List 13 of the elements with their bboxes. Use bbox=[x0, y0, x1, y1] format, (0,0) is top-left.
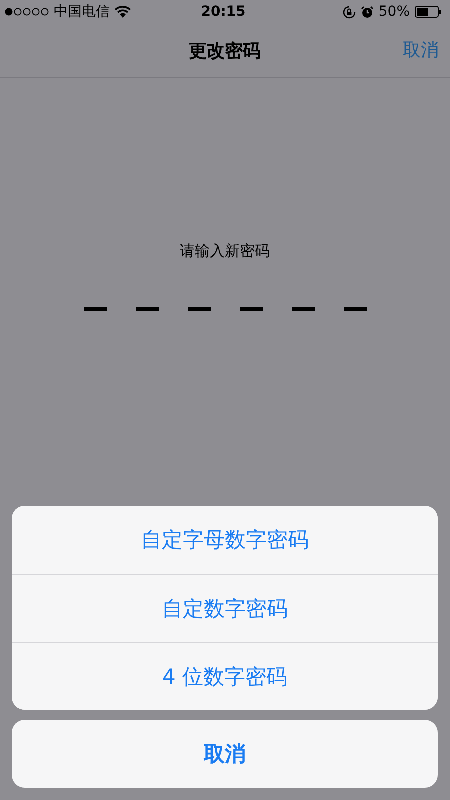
battery-percentage: 50% bbox=[378, 4, 410, 20]
wifi-icon bbox=[115, 6, 131, 18]
rotation-lock-icon bbox=[342, 6, 356, 18]
clock-time: 20:15 bbox=[201, 4, 246, 20]
passcode-option[interactable]: 4 位数字密码 bbox=[12, 642, 438, 710]
cancel-button[interactable]: 取消 bbox=[12, 720, 438, 788]
battery-icon bbox=[415, 6, 442, 18]
carrier-name: 中国电信 bbox=[54, 3, 110, 21]
passcode-prompt: 请输入新密码 bbox=[180, 242, 270, 261]
alarm-clock-icon bbox=[360, 6, 374, 18]
cancel-link[interactable]: 取消 bbox=[403, 38, 439, 62]
nav-title: 更改密码 bbox=[189, 40, 261, 62]
signal-icon bbox=[5, 8, 49, 16]
